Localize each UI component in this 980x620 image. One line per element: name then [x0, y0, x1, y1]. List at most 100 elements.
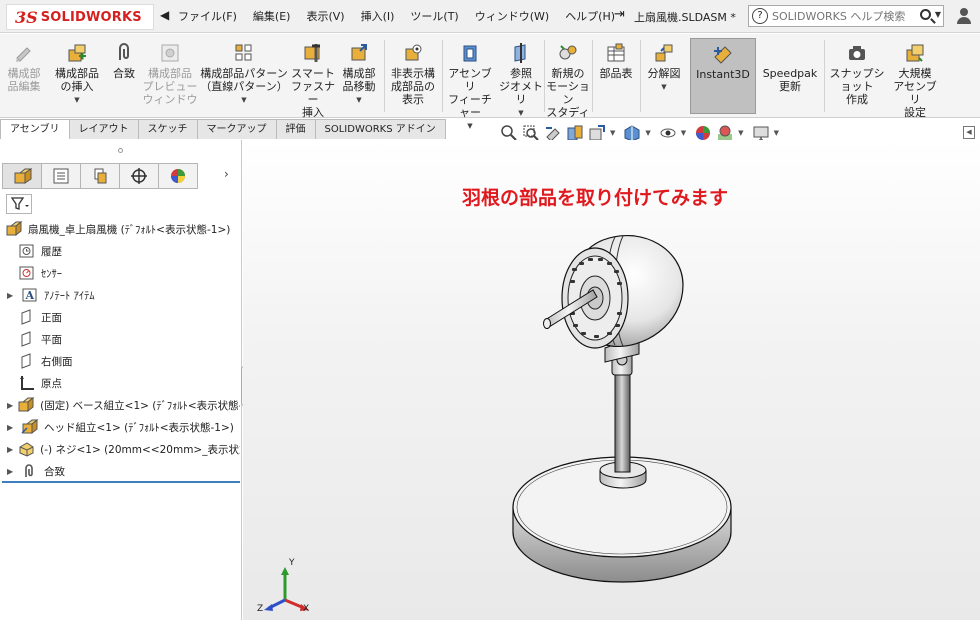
reference-geometry-dropdown-icon[interactable]: ▼ — [518, 107, 523, 120]
origin-icon — [18, 375, 36, 391]
more-tabs-chevron-icon[interactable]: › — [224, 167, 229, 181]
tree-item-origin[interactable]: 原点 — [0, 372, 240, 394]
tab-feature-manager[interactable] — [2, 163, 42, 189]
desk-fan-model[interactable] — [243, 140, 980, 620]
menu-tools[interactable]: ツール(T) — [410, 8, 458, 24]
view-orientation-dropdown-icon[interactable]: ▼ — [610, 129, 615, 137]
expand-arrow-icon[interactable]: ▶ — [7, 467, 17, 476]
tab-sketch[interactable]: スケッチ — [137, 119, 198, 139]
panel-tabs — [2, 163, 198, 189]
annotations-icon: A — [21, 287, 39, 303]
menu-window[interactable]: ウィンドウ(W) — [475, 8, 549, 24]
hide-show-dropdown-icon[interactable]: ▼ — [681, 129, 686, 137]
axis-label-z: Z — [257, 604, 264, 614]
task-pane-toggle-icon[interactable]: ◀ — [963, 126, 975, 139]
tab-dimxpert-manager[interactable] — [119, 163, 159, 189]
expand-arrow-icon[interactable]: ▶ — [7, 445, 13, 454]
move-component-icon — [348, 42, 370, 64]
tab-layout[interactable]: レイアウト — [68, 119, 139, 139]
user-icon[interactable] — [957, 8, 971, 24]
edit-component-button[interactable]: 構成部 品編集 — [2, 38, 46, 114]
tree-item-right-plane[interactable]: 右側面 — [0, 350, 240, 372]
speedpak-update-button[interactable]: Speedpak 更新 — [758, 38, 822, 114]
instant3d-button[interactable]: Instant3D — [690, 38, 756, 114]
bom-icon — [605, 42, 627, 64]
tab-display-manager[interactable] — [158, 163, 198, 189]
menu-insert[interactable]: 挿入(I) — [361, 8, 395, 24]
panel-resize-handle[interactable] — [118, 148, 123, 153]
tab-evaluate[interactable]: 評価 — [275, 119, 316, 139]
menu-expand-arrow-icon[interactable]: ◀ — [160, 8, 169, 22]
tree-item-annotations[interactable]: ▶ A ｱﾉﾃｰﾄ ｱｲﾃﾑ — [0, 284, 240, 306]
tree-item-history[interactable]: 履歴 — [0, 240, 240, 262]
tab-assembly[interactable]: アセンブリ — [0, 119, 70, 139]
coordinate-triad: Y X Z — [257, 558, 313, 616]
tree-item-head-assembly[interactable]: ▶ ヘッド組立<1> (ﾃﾞﾌｫﾙﾄ<表示状態-1>) — [0, 416, 240, 438]
smart-fasteners-button[interactable]: スマート ファスナー 挿入 — [290, 38, 336, 119]
scene-dropdown-icon[interactable]: ▼ — [738, 129, 743, 137]
menu-view[interactable]: 表示(V) — [306, 8, 344, 24]
pin-menu-icon[interactable]: ⇥ — [614, 7, 625, 22]
expand-arrow-icon[interactable]: ▶ — [7, 401, 13, 410]
tree-item-sensors[interactable]: ｾﾝｻｰ — [0, 262, 240, 284]
motion-study-icon — [557, 42, 579, 64]
display-style-dropdown-icon[interactable]: ▼ — [645, 129, 650, 137]
assembly-features-dropdown-icon[interactable]: ▼ — [467, 120, 472, 133]
tree-item-front-plane[interactable]: 正面 — [0, 306, 240, 328]
help-search-input[interactable] — [772, 9, 912, 23]
tab-property-manager[interactable] — [41, 163, 81, 189]
move-component-button[interactable]: 構成部 品移動 ▼ — [336, 38, 382, 114]
expand-arrow-icon[interactable]: ▶ — [7, 423, 17, 432]
show-hidden-components-button[interactable]: 非表示構 成部品の 表示 — [386, 38, 440, 114]
filter-icon — [10, 197, 29, 210]
menu-edit[interactable]: 編集(E) — [253, 8, 291, 24]
tree-item-screw[interactable]: ▶ (-) ネジ<1> (20mm<<20mm>_表示状態) — [0, 438, 240, 460]
tree-item-top-assembly[interactable]: 扇風機_卓上扇風機 (ﾃﾞﾌｫﾙﾄ<表示状態-1>) — [0, 218, 240, 240]
reference-geometry-button[interactable]: 参照 ジオメトリ ▼ — [498, 38, 544, 117]
toolbar-separator — [544, 40, 545, 112]
graphics-area[interactable]: 羽根の部品を取り付けてみます Y X Z — [243, 140, 980, 620]
component-preview-button[interactable]: 構成部品 プレビュー ウィンドウ — [142, 38, 198, 114]
toolbar-separator — [824, 40, 825, 112]
linear-pattern-dropdown-icon[interactable]: ▼ — [241, 94, 246, 107]
command-manager-tabs: アセンブリ レイアウト スケッチ マークアップ 評価 SOLIDWORKS アド… — [0, 119, 446, 139]
help-icon: ? — [752, 8, 768, 24]
exploded-view-button[interactable]: 分解図 ▼ — [642, 38, 686, 114]
assembly-features-button[interactable]: アセンブリ フィーチャー ▼ — [444, 38, 496, 130]
tree-item-mates[interactable]: ▶ 合致 — [0, 460, 240, 482]
mates-icon — [21, 463, 39, 479]
tree-item-top-plane[interactable]: 平面 — [0, 328, 240, 350]
linear-pattern-button[interactable]: 構成部品パターン （直線パターン） ▼ — [200, 38, 288, 114]
menu-file[interactable]: ファイル(F) — [178, 8, 237, 24]
svg-text:A: A — [25, 289, 35, 302]
large-assembly-settings-button[interactable]: 大規模 アセンブリ 設定 — [890, 38, 940, 119]
menu-help[interactable]: ヘルプ(H) — [565, 8, 615, 24]
axis-label-x: X — [303, 604, 310, 614]
new-motion-study-button[interactable]: 新規の モーション スタディ — [546, 38, 590, 119]
search-icon[interactable] — [920, 9, 931, 20]
large-assembly-icon — [904, 42, 926, 64]
subassembly-icon — [21, 418, 39, 435]
move-component-dropdown-icon[interactable]: ▼ — [356, 94, 361, 107]
exploded-view-dropdown-icon[interactable]: ▼ — [661, 81, 666, 94]
view-settings-dropdown-icon[interactable]: ▼ — [774, 129, 779, 137]
help-search[interactable]: ? ▼ — [748, 5, 944, 27]
snapshot-button[interactable]: スナップショット 作成 — [826, 38, 888, 114]
feature-tree-filter[interactable] — [6, 194, 32, 214]
mate-button[interactable]: 合致 — [108, 38, 140, 114]
command-manager: 構成部 品編集 構成部品 の挿入 ▼ 合致 構成部品 プレビュー ウィンドウ 構… — [0, 34, 980, 130]
rollback-bar[interactable] — [2, 481, 240, 483]
smart-fasteners-icon — [302, 42, 324, 64]
insert-components-button[interactable]: 構成部品 の挿入 ▼ — [50, 38, 104, 114]
tab-configuration-manager[interactable] — [80, 163, 120, 189]
tab-solidworks-addins[interactable]: SOLIDWORKS アドイン — [314, 119, 446, 139]
logo-text: SOLIDWORKS — [40, 9, 142, 25]
search-dropdown-icon[interactable]: ▼ — [935, 10, 941, 19]
solidworks-logo[interactable]: 3S SOLIDWORKS — [6, 4, 154, 30]
bom-button[interactable]: 部品表 — [594, 38, 638, 114]
tab-markup[interactable]: マークアップ — [196, 119, 277, 139]
insert-components-dropdown-icon[interactable]: ▼ — [74, 94, 79, 107]
mate-icon — [113, 42, 135, 64]
expand-arrow-icon[interactable]: ▶ — [7, 291, 17, 300]
tree-item-base-assembly[interactable]: ▶ (固定) ベース組立<1> (ﾃﾞﾌｫﾙﾄ<表示状態-1>) — [0, 394, 240, 416]
